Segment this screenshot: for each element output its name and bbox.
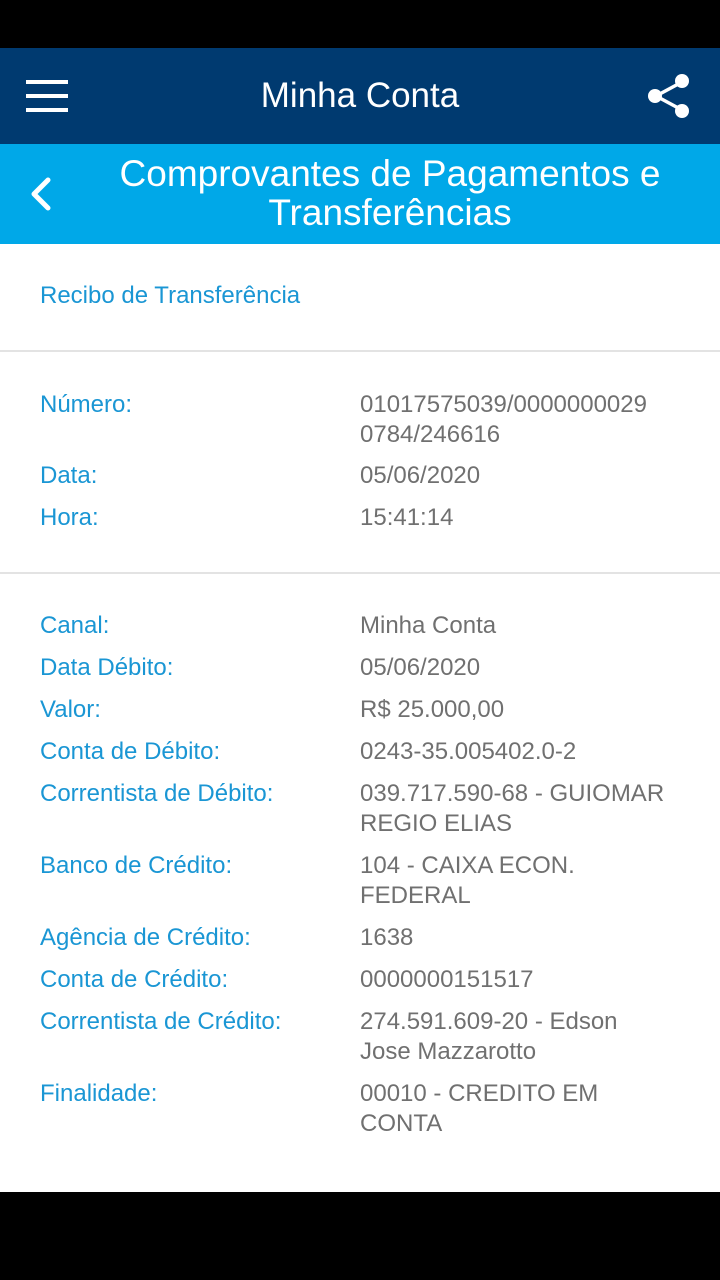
app-title: Minha Conta <box>260 76 460 115</box>
page-title: Comprovantes de Pagamentos e Transferênc… <box>119 153 661 233</box>
field-value: R$ 25.000,00 <box>360 696 505 723</box>
field-label: Conta de Débito: <box>40 738 221 765</box>
field-value: 0243-35.005402.0-2 <box>360 738 577 765</box>
field-label: Correntista de Débito: <box>40 780 274 807</box>
field-value: 05/06/2020 <box>360 462 481 489</box>
field-value: 00010 - CREDITO EM CONTA <box>360 1080 599 1137</box>
field-value: 0000000151517 <box>360 966 534 993</box>
field-label: Correntista de Crédito: <box>40 1008 282 1035</box>
field-value: 1638 <box>360 924 414 951</box>
field-label: Valor: <box>40 696 101 723</box>
receipt-title[interactable]: Recibo de Transferência <box>40 282 300 310</box>
field-label: Canal: <box>40 612 110 639</box>
field-value: 104 - CAIXA ECON. FEDERAL <box>360 852 575 909</box>
field-label: Data Débito: <box>40 654 174 681</box>
sub-header: Comprovantes de Pagamentos e Transferênc… <box>0 144 720 244</box>
status-bar <box>0 0 720 48</box>
field-label: Hora: <box>40 504 99 531</box>
field-label: Conta de Crédito: <box>40 966 229 993</box>
field-value: 01017575039/0000000029 0784/246616 <box>360 391 647 448</box>
field-value: 274.591.609-20 - Edson Jose Mazzarotto <box>360 1008 618 1065</box>
divider <box>0 572 720 574</box>
field-label: Finalidade: <box>40 1080 158 1107</box>
field-label: Data: <box>40 462 98 489</box>
field-value: 15:41:14 <box>360 504 454 531</box>
field-value: Minha Conta <box>360 612 497 639</box>
field-value: 039.717.590-68 - GUIOMAR REGIO ELIAS <box>360 780 665 837</box>
back-chevron-icon[interactable] <box>26 172 60 216</box>
divider <box>0 350 720 352</box>
field-label: Banco de Crédito: <box>40 852 233 879</box>
share-icon[interactable] <box>644 72 692 120</box>
receipt-content: Recibo de Transferência Número: 01017575… <box>0 244 720 1192</box>
field-value: 05/06/2020 <box>360 654 481 681</box>
menu-icon[interactable] <box>26 78 70 114</box>
field-label: Número: <box>40 391 133 418</box>
app-bar: Minha Conta <box>0 48 720 144</box>
navigation-bar <box>0 1192 720 1280</box>
field-label: Agência de Crédito: <box>40 924 251 951</box>
